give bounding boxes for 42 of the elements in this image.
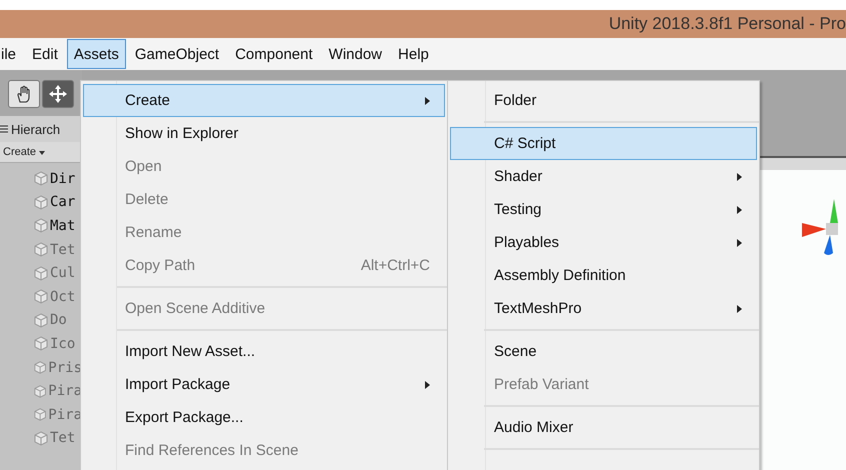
menu-item[interactable]: Show in Explorer [83, 117, 445, 150]
menu-item[interactable]: Import New Asset... [83, 335, 445, 368]
list-icon [0, 125, 8, 133]
cube-icon [34, 171, 48, 186]
menu-bar-item[interactable]: GameObject [128, 39, 226, 69]
cube-icon [34, 242, 48, 258]
menu-item[interactable]: Scene [450, 335, 757, 368]
cube-icon [34, 407, 46, 422]
menu-bar-item[interactable]: Assets [66, 39, 126, 69]
hierarchy-item[interactable]: Mat [50, 218, 76, 234]
cube-icon [34, 336, 48, 352]
cube-icon [34, 384, 46, 399]
menu-item[interactable]: Export Package... [83, 401, 445, 434]
cube-icon [34, 360, 46, 376]
menu-item[interactable]: C# Script [450, 127, 757, 160]
menu-item[interactable]: Create [83, 84, 445, 117]
menu-item[interactable]: TextMeshPro [450, 292, 757, 325]
menu-item[interactable]: Import Package [83, 368, 445, 401]
cube-icon [34, 289, 48, 304]
hierarchy-item[interactable]: Dir [50, 170, 76, 187]
cube-icon [34, 266, 48, 281]
menu-bar-item[interactable]: Window [322, 39, 390, 69]
cube-icon [34, 218, 48, 234]
menu-item[interactable]: Assembly Definition [450, 259, 757, 292]
menu-item[interactable]: Playables [450, 226, 757, 259]
cube-icon [34, 312, 48, 328]
menu-bar-item[interactable]: Edit [25, 39, 65, 69]
move-icon [48, 84, 68, 104]
menu-bar-item[interactable]: Component [228, 39, 320, 69]
menu-item[interactable]: Shader [450, 160, 757, 193]
window-title: Unity 2018.3.8f1 Personal - Pro [608, 14, 846, 34]
dropdown-arrow-icon [39, 151, 46, 155]
hierarchy-item[interactable]: Car [50, 194, 76, 210]
cube-icon [34, 194, 48, 210]
move-tool-button[interactable] [42, 80, 74, 108]
hand-tool-button[interactable] [8, 80, 40, 108]
menu-item[interactable]: Audio Mixer [450, 411, 757, 444]
cube-icon [34, 430, 48, 446]
menu-bar-item[interactable]: ile [0, 39, 24, 69]
menu-item[interactable]: Folder [450, 84, 757, 117]
menu-bar-item[interactable]: Help [391, 39, 436, 69]
menu-item[interactable]: Testing [450, 193, 757, 226]
